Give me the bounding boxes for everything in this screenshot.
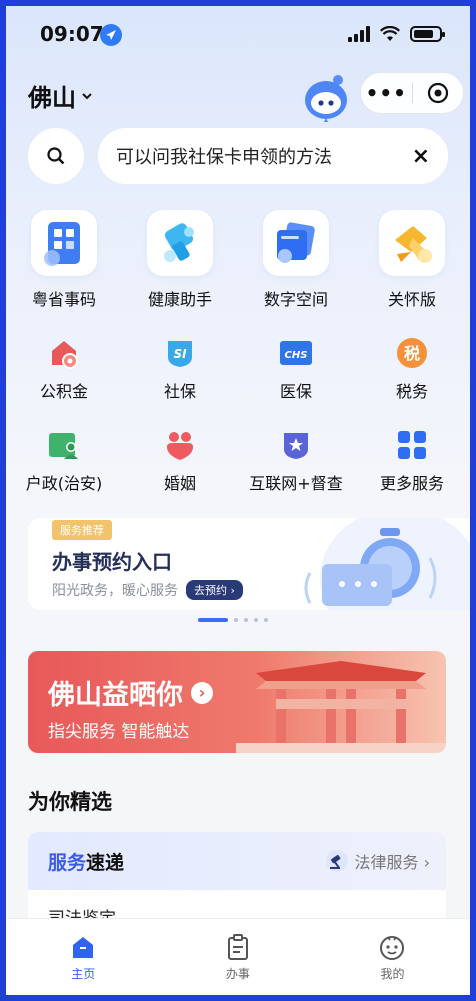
foshan-banner[interactable]: 佛山益晒你 › 指尖服务 智能触达 (28, 651, 446, 753)
tab-home[interactable]: 主页 (6, 919, 161, 995)
more-services-icon (395, 428, 429, 462)
chevron-right-icon: › (191, 681, 213, 704)
tab-label: 办事 (225, 967, 250, 981)
clipboard-icon (227, 934, 248, 960)
profile-face-icon (380, 936, 405, 960)
service-express-title: 服务速递 (48, 848, 124, 875)
appointment-banner[interactable]: 服务推荐 办事预约入口 阳光政务，暖心服务 去预约 › (28, 518, 470, 610)
household-icon (47, 428, 81, 462)
service-health[interactable]: 健康助手 (122, 210, 238, 310)
service-social-security[interactable]: SI 社保 (122, 336, 238, 402)
service-label: 户政(治安) (25, 474, 103, 493)
service-digital-space[interactable]: 数字空间 (238, 210, 354, 310)
foshan-banner-title: 佛山益晒你 › (48, 673, 213, 712)
target-icon (427, 82, 448, 104)
service-label: 健康助手 (147, 290, 212, 309)
social-security-icon-text: SI (173, 347, 187, 361)
city-label: 佛山 (28, 84, 76, 112)
service-housing-fund[interactable]: 公积金 (6, 336, 122, 402)
status-time: 09:07 (40, 22, 104, 46)
service-tax[interactable]: 税 税务 (354, 336, 470, 402)
service-medical-insurance[interactable]: CHS 医保 (238, 336, 354, 402)
tax-icon: 税 (395, 336, 429, 370)
featured-section-title: 为你精选 (28, 790, 112, 814)
search-input[interactable]: 可以问我社保卡申领的方法 × (98, 128, 448, 184)
service-qr-code[interactable]: 粤省事码 (6, 210, 122, 310)
miniprogram-capsule: ••• (360, 72, 464, 114)
service-label: 更多服务 (379, 474, 444, 493)
qr-code-icon (31, 210, 97, 276)
medical-insurance-icon-text: CHS (285, 350, 308, 361)
service-label: 医保 (279, 382, 312, 401)
signal-icon (348, 26, 370, 42)
archway-illustration (236, 661, 446, 753)
service-express-header: 服务速递 法律服务 › (28, 832, 446, 890)
chevron-down-icon (82, 92, 92, 99)
title-dark-part: 速递 (86, 851, 125, 874)
banner-subtitle: 阳光政务，暖心服务 去预约 › (52, 580, 243, 600)
banner-subtitle-text: 阳光政务，暖心服务 (52, 583, 178, 599)
city-selector[interactable]: 佛山 (28, 78, 94, 113)
close-icon[interactable]: × (412, 144, 430, 169)
status-bar: 09:07 (6, 6, 470, 62)
service-label: 社保 (163, 382, 196, 401)
banner-tag: 服务推荐 (52, 520, 112, 540)
banner-title: 办事预约入口 (52, 550, 172, 574)
service-marriage[interactable]: 婚姻 (122, 428, 238, 494)
status-icons (348, 26, 445, 42)
tab-label: 我的 (380, 967, 405, 981)
close-miniprogram-button[interactable] (412, 82, 463, 104)
service-label: 税务 (395, 382, 428, 401)
location-arrow-icon (100, 24, 122, 46)
search-placeholder: 可以问我社保卡申领的方法 (116, 147, 332, 168)
tab-label: 主页 (71, 967, 96, 981)
home-icon (73, 937, 94, 958)
health-assistant-icon (147, 210, 213, 276)
service-label: 婚姻 (163, 474, 196, 493)
search-icon (47, 147, 65, 165)
assistant-mascot-icon[interactable] (302, 72, 350, 124)
alarm-clock-illustration (304, 518, 470, 610)
screen: 09:07 佛山 ••• 可以问我社保卡申领的方法 × 粤省事码 健康助手 数字… (6, 6, 470, 995)
more-menu-button[interactable]: ••• (361, 81, 412, 105)
services-row-2: 户政(治安) 婚姻 互联网+督查 更多服务 (6, 428, 470, 494)
medical-insurance-icon: CHS (279, 336, 313, 370)
service-label: 关怀版 (387, 290, 436, 309)
tab-bar: 主页 办事 我的 (6, 918, 470, 995)
service-label: 粤省事码 (31, 290, 96, 309)
foshan-banner-title-text: 佛山益晒你 (48, 680, 183, 711)
battery-icon (410, 26, 445, 42)
digital-space-icon (263, 210, 329, 276)
tax-icon-text: 税 (404, 344, 420, 363)
wifi-icon (380, 26, 400, 41)
gavel-icon (325, 850, 348, 872)
legal-service-label: 法律服务 › (354, 853, 431, 872)
service-more[interactable]: 更多服务 (354, 428, 470, 494)
search-button[interactable] (28, 128, 84, 184)
service-label: 公积金 (39, 382, 88, 401)
service-household[interactable]: 户政(治安) (6, 428, 122, 494)
service-care-mode[interactable]: 关怀版 (354, 210, 470, 310)
tab-profile[interactable]: 我的 (315, 919, 470, 995)
marriage-icon (163, 428, 197, 462)
service-supervision[interactable]: 互联网+督查 (238, 428, 354, 494)
services-row-1: 公积金 SI 社保 CHS 医保 税 税务 (6, 336, 470, 402)
housing-fund-icon (47, 336, 81, 370)
foshan-banner-subtitle: 指尖服务 智能触达 (48, 722, 190, 742)
service-label: 数字空间 (263, 290, 328, 309)
legal-service-link[interactable]: 法律服务 › (325, 849, 431, 873)
care-ribbon-icon (379, 210, 445, 276)
social-security-icon: SI (163, 336, 197, 370)
title-blue-part: 服务 (48, 851, 87, 874)
service-label: 互联网+督查 (249, 474, 343, 493)
supervision-icon (279, 428, 313, 462)
top-services: 粤省事码 健康助手 数字空间 关怀版 (6, 210, 470, 310)
carousel-indicator (198, 618, 268, 622)
tab-services[interactable]: 办事 (161, 919, 316, 995)
appointment-button[interactable]: 去预约 › (186, 580, 243, 600)
